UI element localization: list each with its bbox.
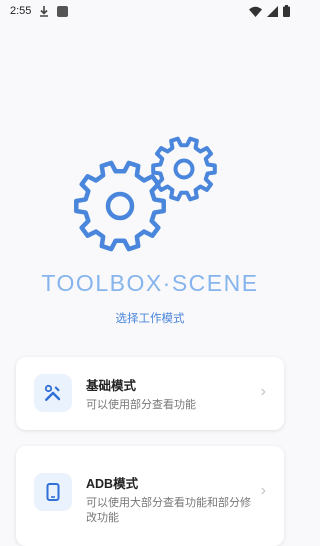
basic-mode-title: 基础模式 [86,379,137,393]
phone-icon [46,483,60,501]
adb-mode-title: ADB模式 [86,477,139,491]
status-time: 2:55 [10,5,32,17]
download-icon [40,5,49,17]
app-icon [57,5,69,17]
adb-mode-icon-box [34,473,72,511]
adb-mode-card[interactable]: ADB模式 可以使用大部分查看功能和部分修改功能 › [16,446,284,546]
gears-icon [74,136,217,252]
battery-icon [283,5,290,17]
basic-mode-description: 可以使用部分查看功能 [86,399,196,411]
chevron-right-icon: › [260,383,266,400]
chevron-right-icon: › [260,482,266,499]
app-title: TOOLBOX·SCENE [41,270,259,296]
basic-mode-card[interactable]: 基础模式 可以使用部分查看功能 › [16,357,284,430]
basic-mode-icon-box [34,374,72,412]
status-bar: 2:55 [0,0,300,22]
app-subtitle: 选择工作模式 [115,313,185,325]
wifi-icon [249,6,262,17]
tools-icon [44,384,61,401]
signal-icon [267,5,278,17]
adb-mode-description: 可以使用大部分查看功能和部分修改功能 [86,497,251,524]
